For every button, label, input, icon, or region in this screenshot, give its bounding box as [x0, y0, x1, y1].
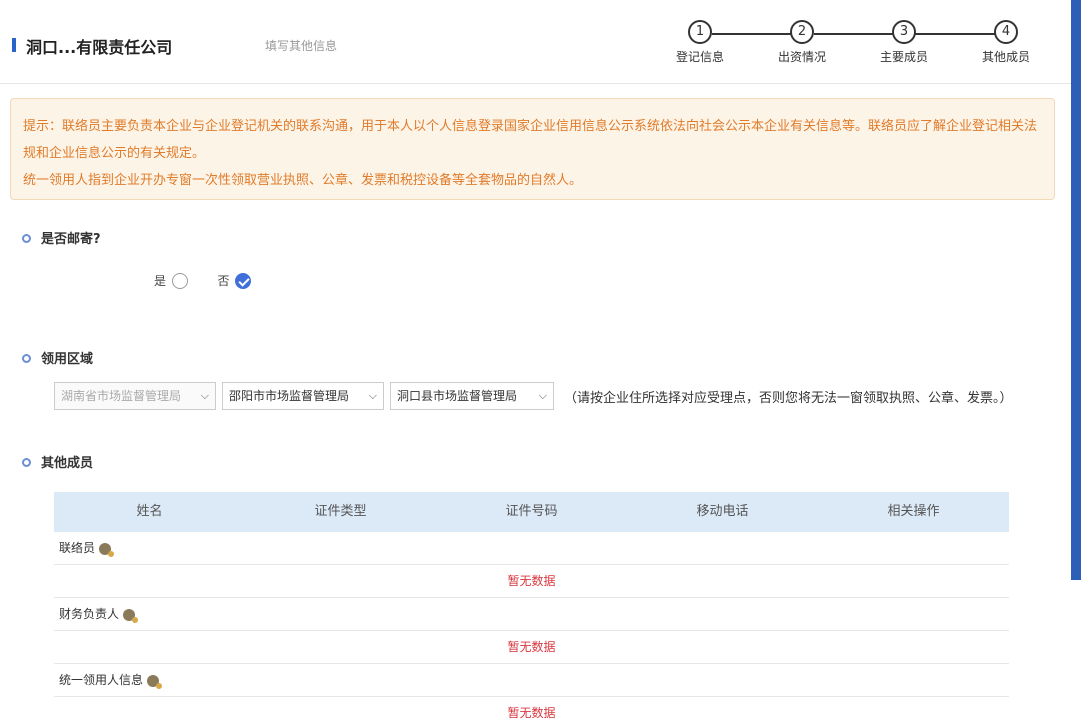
step-label: 主要成员: [879, 50, 928, 64]
step-4[interactable]: 4 其他成员: [976, 20, 1036, 65]
step-number: 3: [892, 20, 916, 44]
province-select-value: 湖南省市场监督管理局: [61, 389, 182, 403]
county-select-value: 洞口县市场监督管理局: [397, 389, 518, 403]
step-3[interactable]: 3 主要成员: [874, 20, 934, 65]
province-select[interactable]: 湖南省市场监督管理局 ⌵: [54, 382, 216, 410]
page-header: 洞口...有限责任公司 填写其他信息 1 登记信息 2 出资情况 3 主要成员 …: [0, 0, 1081, 84]
table-group-row: 统一领用人信息: [54, 664, 1009, 697]
chevron-down-icon: ⌵: [368, 389, 377, 402]
step-number: 4: [994, 20, 1018, 44]
column-header: 证件号码: [505, 504, 558, 519]
notice-box: 提示：联络员主要负责本企业与企业登记机关的联系沟通，用于本人以个人信息登录国家企…: [10, 98, 1055, 200]
step-label: 登记信息: [675, 50, 724, 64]
step-number: 1: [688, 20, 712, 44]
section-title-text: 领用区域: [41, 352, 94, 367]
section-bullet-icon: [22, 458, 31, 467]
edit-icon[interactable]: [123, 608, 139, 623]
column-header: 姓名: [136, 504, 163, 519]
county-select[interactable]: 洞口县市场监督管理局 ⌵: [390, 382, 554, 410]
radio-no[interactable]: [235, 272, 252, 289]
radio-yes[interactable]: [171, 272, 188, 289]
page-subtitle: 填写其他信息: [265, 39, 338, 53]
side-scrollbar[interactable]: [1071, 0, 1081, 580]
group-label: 统一领用人信息: [59, 673, 144, 687]
radio-label-yes: 是: [154, 274, 167, 288]
table-group-row: 财务负责人: [54, 598, 1009, 631]
step-label: 其他成员: [981, 50, 1030, 64]
step-2[interactable]: 2 出资情况: [772, 20, 832, 65]
region-hint: （请按企业住所选择对应受理点，否则您将无法一窗领取执照、公章、发票。）: [564, 391, 1013, 406]
table-header: 姓名 证件类型 证件号码 移动电话 相关操作: [54, 492, 1009, 532]
title-accent-bar: [12, 38, 16, 52]
city-select-value: 邵阳市市场监督管理局: [229, 389, 350, 403]
section-bullet-icon: [22, 354, 31, 363]
step-number: 2: [790, 20, 814, 44]
region-section-title: 领用区域: [22, 348, 93, 367]
chevron-down-icon: ⌵: [200, 389, 209, 402]
group-label: 财务负责人: [59, 607, 120, 621]
chevron-down-icon: ⌵: [538, 389, 547, 402]
empty-data-row: 暂无数据: [54, 697, 1009, 721]
mail-radio-group: 是 否: [154, 272, 252, 289]
column-header: 移动电话: [696, 504, 749, 519]
members-section-title: 其他成员: [22, 452, 93, 471]
step-label: 出资情况: [777, 50, 826, 64]
column-header: 相关操作: [887, 504, 940, 519]
group-label: 联络员: [59, 541, 96, 555]
mail-section-title: 是否邮寄?: [22, 228, 101, 247]
empty-data-row: 暂无数据: [54, 631, 1009, 664]
edit-icon[interactable]: [147, 674, 163, 689]
city-select[interactable]: 邵阳市市场监督管理局 ⌵: [222, 382, 384, 410]
step-1[interactable]: 1 登记信息: [670, 20, 730, 65]
empty-data-row: 暂无数据: [54, 565, 1009, 598]
notice-line-2: 统一领用人指到企业开办专窗一次性领取营业执照、公章、发票和税控设备等全套物品的自…: [23, 173, 583, 188]
column-header: 证件类型: [314, 504, 367, 519]
section-bullet-icon: [22, 234, 31, 243]
company-name: 洞口...有限责任公司: [26, 38, 173, 57]
radio-label-no: 否: [217, 274, 230, 288]
section-title-text: 其他成员: [41, 456, 94, 471]
edit-icon[interactable]: [99, 542, 115, 557]
table-group-row: 联络员: [54, 532, 1009, 565]
members-table: 姓名 证件类型 证件号码 移动电话 相关操作 联络员 暂无数据 财务负责人 暂无…: [54, 492, 1009, 721]
section-title-text: 是否邮寄?: [41, 232, 101, 247]
notice-line-1: 提示：联络员主要负责本企业与企业登记机关的联系沟通，用于本人以个人信息登录国家企…: [23, 119, 1038, 161]
progress-steps: 1 登记信息 2 出资情况 3 主要成员 4 其他成员: [670, 20, 1050, 70]
